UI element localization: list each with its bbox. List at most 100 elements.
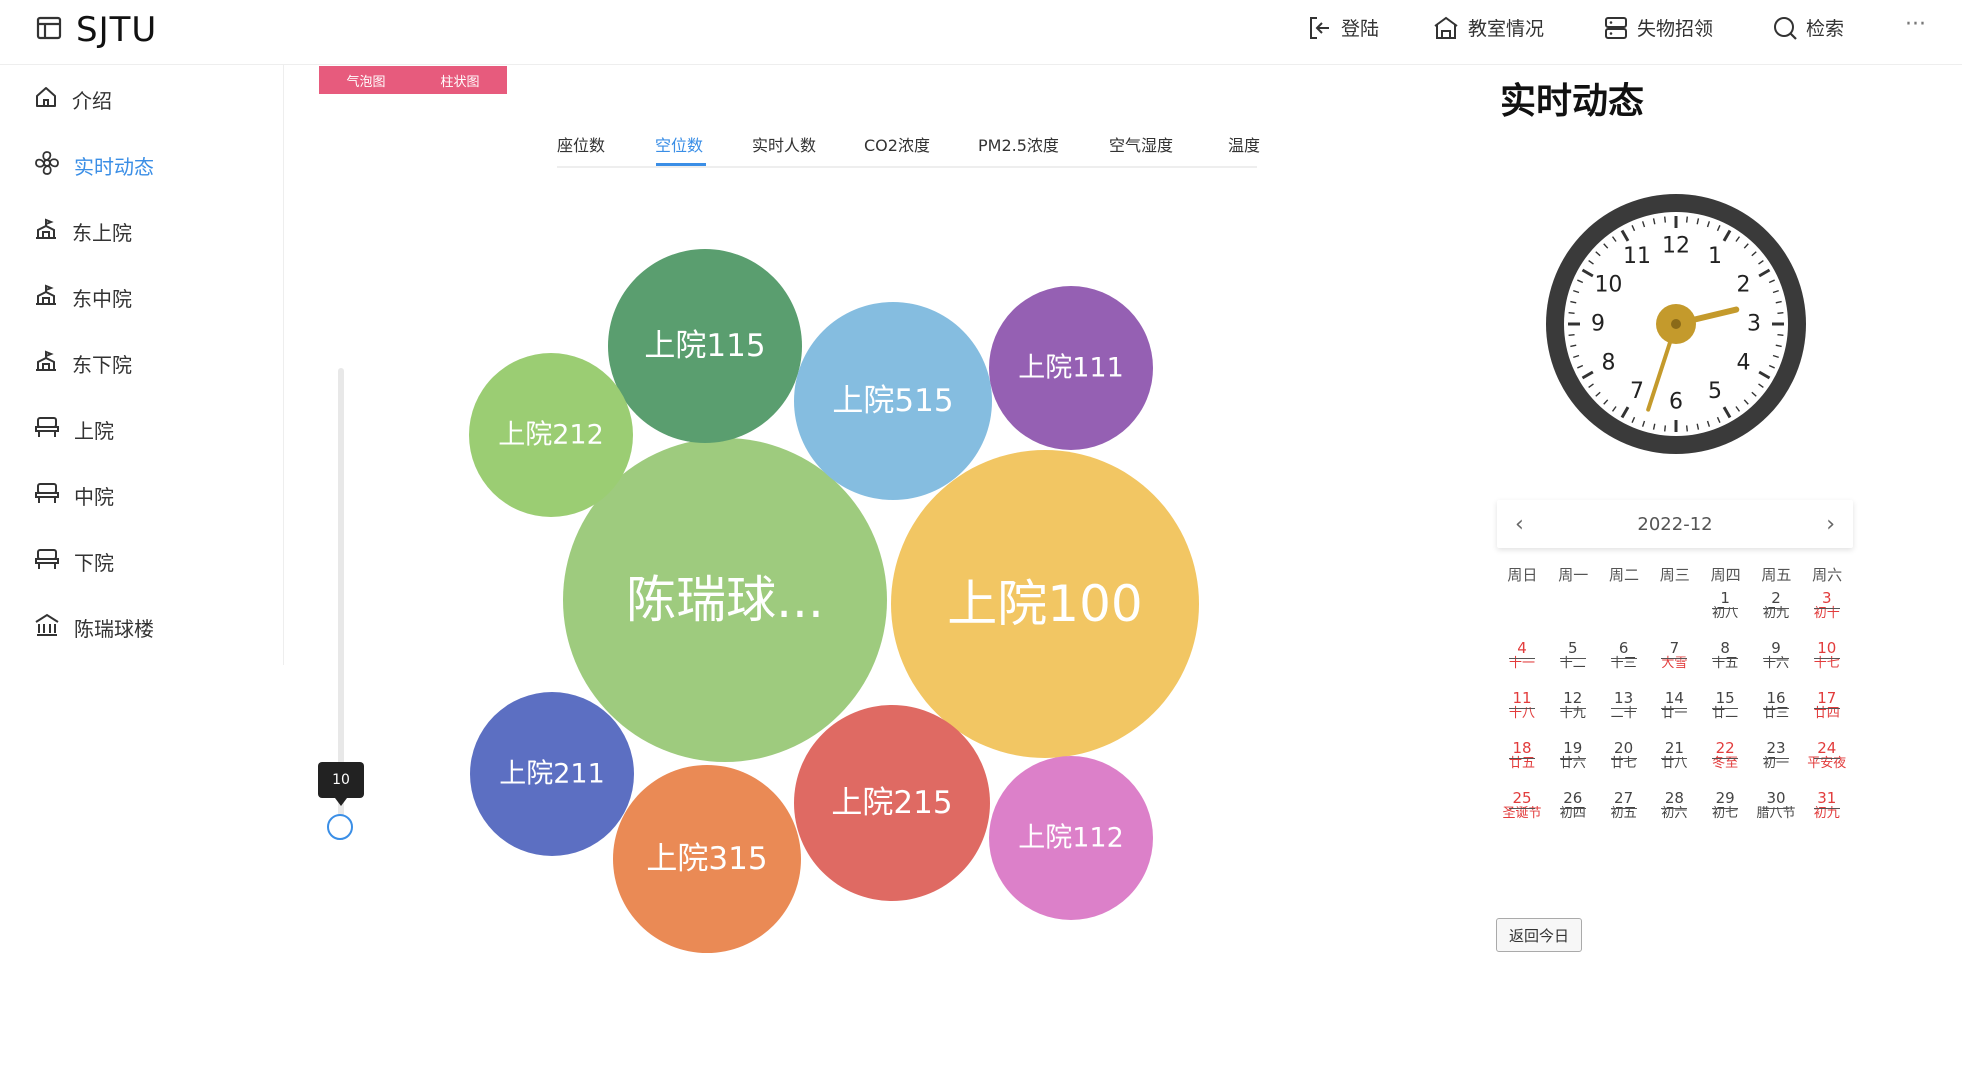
app-title: SJTU [76,10,158,50]
tab-co2[interactable]: CO2浓度 [864,132,930,156]
calendar-day[interactable]: 20 廿七 [1599,739,1649,785]
calendar-day[interactable]: 23 初一 [1751,739,1801,785]
calendar-lunar-label: 廿六 [1559,756,1586,771]
past-day-strike [1509,708,1535,709]
sidebar-item-middle[interactable]: 中院 [34,475,114,515]
tab-temperature[interactable]: 温度 [1228,132,1260,156]
clock-numeral: 1 [1708,244,1722,269]
calendar-lunar-label: 初七 [1712,806,1739,821]
sidebar-item-east-upper[interactable]: 东上院 [34,211,132,251]
calendar-day-number: 6 [1618,639,1629,657]
calendar-day[interactable]: 1 初八 [1700,589,1750,635]
past-day-strike [1509,758,1535,759]
calendar-day-number: 19 [1563,739,1583,757]
sidebar-item-east-lower[interactable]: 东下院 [34,343,132,383]
size-slider-track[interactable] [338,368,344,828]
calendar-weekdays: 周日 周一 周二 周三 周四 周五 周六 [1497,564,1853,585]
past-day-strike [1610,658,1637,659]
calendar-day[interactable]: 17 廿四 [1802,689,1852,735]
more-menu-button[interactable]: ··· [1905,12,1926,37]
calendar-day[interactable]: 5 十二 [1548,639,1598,685]
bubble-label: 上院112 [1018,823,1124,854]
search-icon [1772,15,1798,41]
nav-lost-found[interactable]: 失物招领 [1603,14,1713,41]
nav-login[interactable]: 登陆 [1307,14,1379,41]
calendar-day[interactable]: 18 廿五 [1497,739,1547,785]
sidebar-item-intro[interactable]: 介绍 [34,79,112,119]
sidebar-item-upper[interactable]: 上院 [34,409,114,449]
calendar-day[interactable]: 24 平安夜 [1802,739,1852,785]
calendar-day[interactable]: 15 廿二 [1700,689,1750,735]
tab-realtime-count[interactable]: 实时人数 [752,132,816,156]
weekday-label: 周三 [1659,566,1690,584]
chair-icon [34,481,60,510]
calendar-lunar-label: 十三 [1610,656,1637,671]
prev-month-button[interactable]: ‹ [1515,512,1524,537]
calendar-day-number: 17 [1817,689,1837,707]
sidebar-item-label: 实时动态 [74,154,154,179]
calendar-day-number: 8 [1720,639,1730,657]
school-icon [34,283,58,312]
calendar-lunar-label: 廿八 [1661,756,1688,771]
sidebar-item-chen-rui-qiu[interactable]: 陈瑞球楼 [34,607,154,647]
calendar-day[interactable]: 16 廿三 [1751,689,1801,735]
weekday-label: 周日 [1507,566,1538,584]
next-month-button[interactable]: › [1826,512,1835,537]
calendar-day[interactable]: 11 十八 [1497,689,1547,735]
calendar-day[interactable]: 31 初九 [1802,789,1852,835]
calendar-day[interactable]: 21 廿八 [1649,739,1699,785]
calendar-day[interactable]: 26 初四 [1548,789,1598,835]
calendar-day[interactable]: 28 初六 [1649,789,1699,835]
tab-empty-seats[interactable]: 空位数 [655,132,703,156]
sidebar-item-east-middle[interactable]: 东中院 [34,277,132,317]
calendar-lunar-label: 十六 [1762,656,1789,671]
calendar-day[interactable]: 12 十九 [1548,689,1598,735]
app-logo[interactable]: SJTU [36,10,157,50]
sidebar-item-realtime[interactable]: 实时动态 [34,145,154,185]
clock-numeral: 7 [1630,379,1644,404]
sidebar-item-label: 东中院 [72,286,132,311]
calendar-day[interactable]: 4 十一 [1497,639,1547,685]
slider-handle[interactable] [327,814,353,840]
calendar-day[interactable]: 2 初九 [1751,589,1801,635]
tab-humidity[interactable]: 空气湿度 [1109,132,1173,156]
calendar-lunar-label: 初十 [1813,606,1840,621]
nav-search[interactable]: 检索 [1772,14,1844,41]
sidebar-item-lower[interactable]: 下院 [34,541,114,581]
calendar-day[interactable]: 6 十三 [1599,639,1649,685]
bubble-label: 上院215 [831,785,952,821]
calendar-day-number: 28 [1664,789,1684,807]
calendar-day[interactable]: 22 冬至 [1700,739,1750,785]
calendar-day-number: 26 [1563,789,1583,807]
calendar-day[interactable]: 7 大雪 [1649,639,1699,685]
sidebar-item-label: 介绍 [72,88,112,113]
calendar-day[interactable]: 8 十五 [1700,639,1750,685]
back-to-today-button[interactable]: 返回今日 [1496,918,1582,952]
chair-icon [34,415,60,444]
calendar-day[interactable]: 25 圣诞节 [1497,789,1547,835]
calendar-lunar-label: 十五 [1712,656,1739,671]
calendar-day[interactable]: 3 初十 [1802,589,1852,635]
calendar-lunar-label: 初五 [1610,806,1637,821]
calendar-day[interactable]: 19 廿六 [1548,739,1598,785]
bar-chart-button[interactable]: 柱状图 [413,66,507,94]
clock-numeral: 3 [1747,312,1761,337]
calendar-lunar-label: 初九 [1813,806,1840,821]
bubble-label: 上院100 [947,575,1142,633]
bubble-label: 上院212 [498,420,604,451]
calendar-day[interactable]: 13 二十 [1599,689,1649,735]
tab-pm25[interactable]: PM2.5浓度 [978,132,1059,156]
past-day-strike [1661,758,1688,759]
calendar-day[interactable]: 14 廿一 [1649,689,1699,735]
bubble-chart-button[interactable]: 气泡图 [319,66,413,94]
clock-numeral: 4 [1737,351,1751,376]
nav-classroom[interactable]: 教室情况 [1432,14,1544,41]
calendar-day[interactable]: 9 十六 [1751,639,1801,685]
calendar-day[interactable]: 29 初七 [1700,789,1750,835]
clock-tick [1664,425,1667,432]
calendar-day[interactable]: 30 腊八节 [1751,789,1801,835]
calendar-day[interactable]: 10 十七 [1802,639,1852,685]
calendar-day-number: 24 [1817,739,1837,757]
calendar-day[interactable]: 27 初五 [1599,789,1649,835]
tab-seats[interactable]: 座位数 [557,132,605,156]
